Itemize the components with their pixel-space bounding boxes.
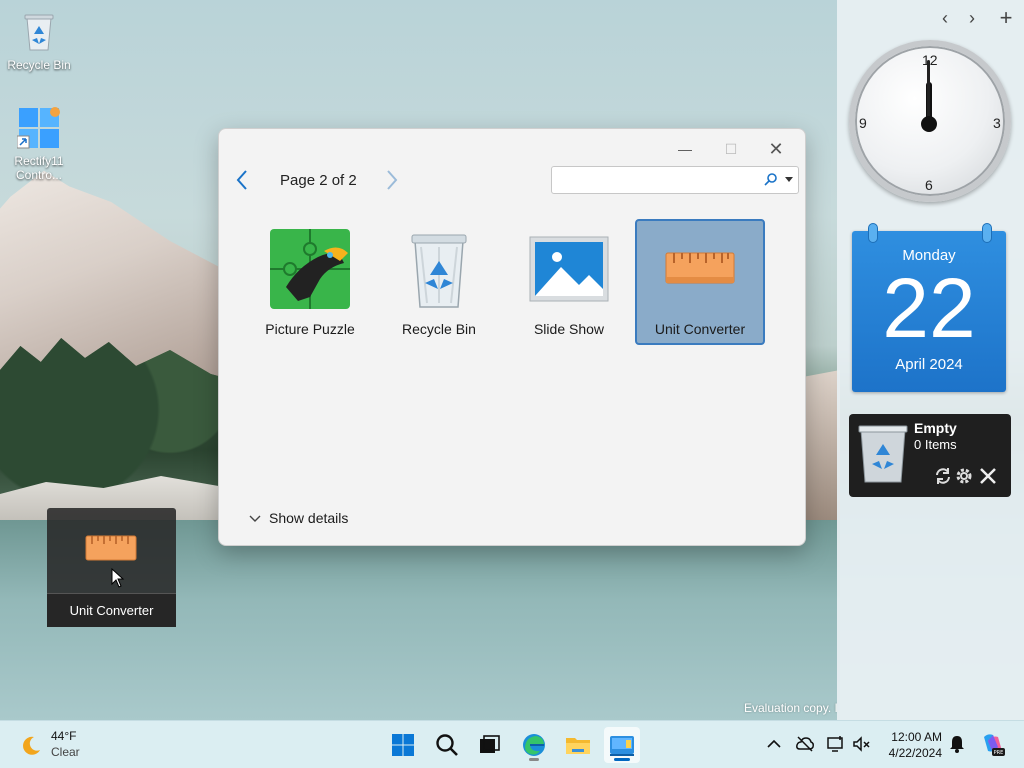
- search-input[interactable]: [556, 170, 752, 190]
- gadget-tile-slide-show[interactable]: Slide Show: [504, 219, 634, 345]
- add-gadget-icon[interactable]: +: [996, 5, 1016, 31]
- copilot-icon[interactable]: PRE: [980, 731, 1006, 757]
- chevron-down-icon: [249, 512, 261, 526]
- svg-text:PRE: PRE: [994, 750, 1004, 756]
- recycle-gadget-status: Empty: [914, 420, 957, 436]
- recycle-bin-gadget[interactable]: Empty 0 Items: [849, 414, 1011, 497]
- calendar-month-year: April 2024: [895, 356, 963, 373]
- gadget-tile-recycle-bin[interactable]: Recycle Bin: [374, 219, 504, 345]
- settings-icon[interactable]: [954, 466, 974, 486]
- slide-show-icon: [527, 227, 611, 311]
- drag-preview-label: Unit Converter: [47, 593, 176, 627]
- edge-button[interactable]: [516, 727, 552, 763]
- running-indicator: [614, 758, 630, 761]
- next-page-button[interactable]: [385, 169, 399, 197]
- recycle-bin-icon: [857, 422, 909, 491]
- gadget-tile-picture-puzzle[interactable]: Picture Puzzle: [245, 219, 375, 345]
- clock-number-9: 9: [859, 115, 867, 131]
- task-view-button[interactable]: [471, 727, 507, 763]
- drag-preview: Unit Converter: [47, 508, 176, 627]
- minimize-button[interactable]: —: [663, 135, 707, 163]
- gadget-tile-label: Recycle Bin: [402, 321, 476, 337]
- gadget-gallery-dialog: — ☐ ✕ Page 2 of 2 Picture Puzzle Recycle…: [218, 128, 806, 546]
- taskbar: 44°F Clear 12:00 AM 4/22/2024 PRE: [0, 720, 1024, 768]
- system-time: 12:00 AM: [891, 730, 942, 744]
- system-clock[interactable]: 12:00 AM 4/22/2024: [878, 729, 942, 761]
- calendar-ring: [868, 223, 878, 243]
- search-icon[interactable]: [764, 172, 778, 191]
- weather-condition: Clear: [51, 745, 80, 759]
- evaluation-watermark: Evaluation copy. I: [744, 701, 838, 715]
- close-icon[interactable]: [978, 466, 998, 486]
- bell-icon[interactable]: [947, 734, 967, 754]
- clock-number-3: 3: [993, 115, 1001, 131]
- running-indicator: [529, 758, 539, 761]
- search-icon: [436, 734, 458, 756]
- task-view-icon: [480, 735, 500, 753]
- picture-puzzle-icon: [268, 227, 352, 311]
- windows-icon: [392, 734, 414, 756]
- network-icon[interactable]: [826, 734, 846, 754]
- folder-icon: [566, 738, 590, 754]
- chevron-right-icon[interactable]: ›: [962, 8, 982, 29]
- weather-temperature: 44°F: [51, 729, 77, 743]
- maximize-button[interactable]: ☐: [709, 135, 753, 163]
- chevron-up-icon[interactable]: [764, 734, 784, 754]
- start-button[interactable]: [385, 727, 421, 763]
- desktop-icon-recycle-bin[interactable]: Recycle Bin: [1, 10, 77, 72]
- clock-number-6: 6: [925, 177, 933, 193]
- mouse-cursor-icon: [111, 567, 125, 593]
- close-button[interactable]: ✕: [754, 135, 798, 163]
- refresh-icon[interactable]: [933, 466, 953, 486]
- search-button[interactable]: [429, 727, 465, 763]
- moon-icon: [20, 735, 42, 762]
- recycle-gadget-count: 0 Items: [914, 437, 957, 452]
- volume-muted-icon[interactable]: [852, 734, 872, 754]
- desktop-icon-rectify11[interactable]: Rectify11 Contro...: [1, 106, 77, 182]
- unit-converter-icon: [658, 227, 742, 311]
- chevron-down-icon[interactable]: [785, 177, 793, 182]
- gadget-tile-label: Unit Converter: [654, 321, 746, 337]
- calendar-ring: [982, 223, 992, 243]
- gadget-tile-label: Slide Show: [533, 321, 605, 337]
- clock-minute-hand: [927, 60, 930, 122]
- show-details-label: Show details: [269, 510, 349, 526]
- gadgets-app-button[interactable]: [604, 727, 640, 763]
- control-panel-icon: [16, 106, 61, 150]
- recycle-bin-icon: [397, 227, 481, 311]
- calendar-gadget[interactable]: Monday 22 April 2024: [852, 223, 1006, 392]
- recycle-bin-icon: [17, 10, 61, 54]
- gadget-tile-unit-converter[interactable]: Unit Converter: [635, 219, 765, 345]
- clock-gadget[interactable]: 12 3 6 9: [849, 40, 1011, 202]
- gadget-search-box[interactable]: [551, 166, 799, 194]
- show-details-toggle[interactable]: Show details: [249, 510, 348, 526]
- unit-converter-icon: [85, 534, 137, 567]
- previous-page-button[interactable]: [235, 169, 249, 197]
- gadget-tile-label: Picture Puzzle: [265, 321, 355, 337]
- clock-center: [921, 116, 937, 132]
- cloud-offline-icon[interactable]: [795, 734, 815, 754]
- file-explorer-button[interactable]: [560, 727, 596, 763]
- chevron-left-icon[interactable]: ‹: [935, 8, 955, 29]
- system-date: 4/22/2024: [888, 746, 942, 760]
- calendar-day: 22: [882, 261, 976, 355]
- desktop-icon-label: Recycle Bin: [7, 58, 71, 72]
- desktop-icon-label: Rectify11 Contro...: [14, 154, 64, 182]
- page-indicator: Page 2 of 2: [280, 172, 357, 189]
